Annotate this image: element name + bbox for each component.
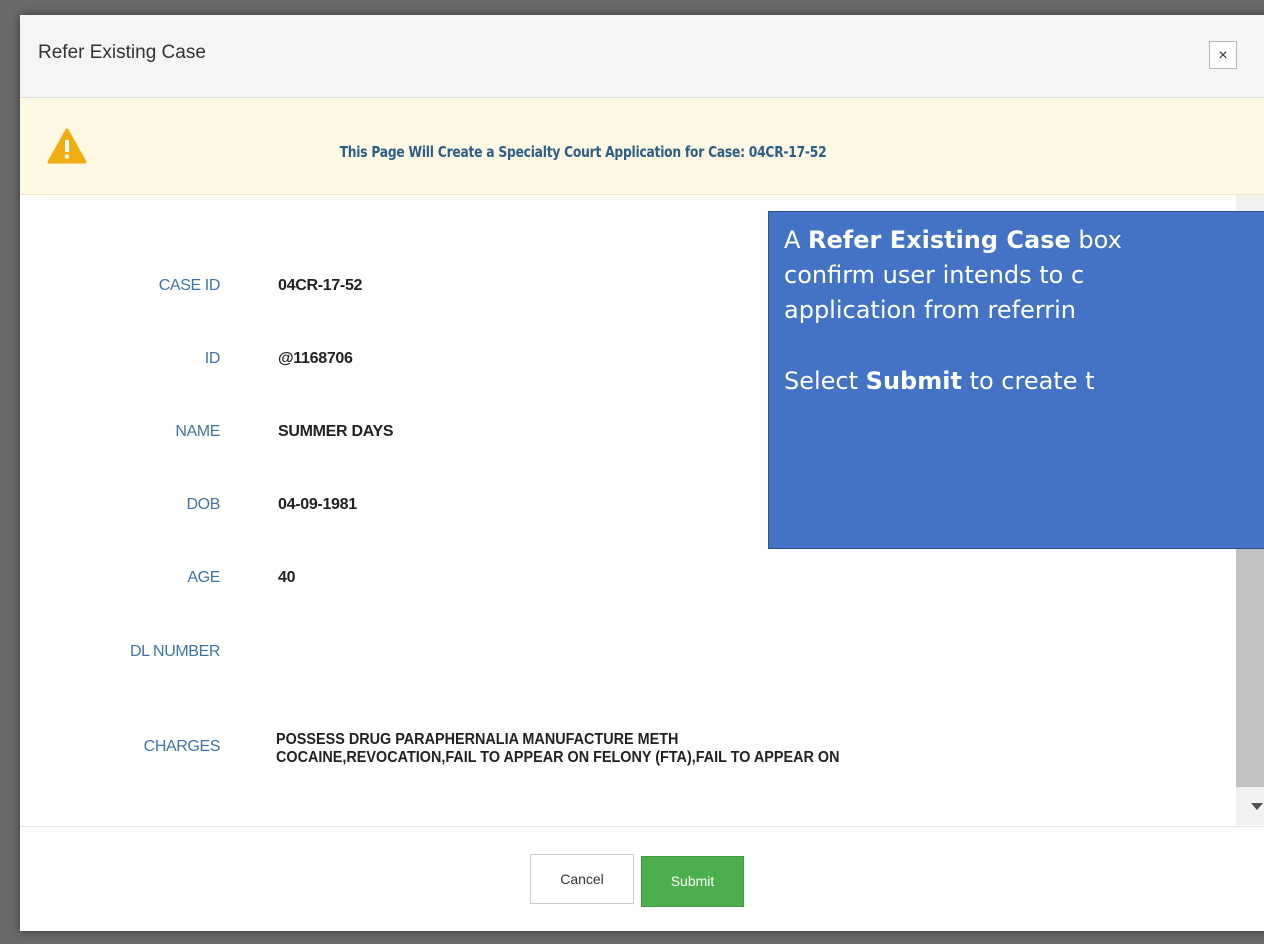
age-label: AGE xyxy=(187,569,220,586)
dialog-header: Refer Existing Case × xyxy=(20,15,1264,98)
close-button[interactable]: × xyxy=(1209,41,1237,69)
callout-bold-text: Refer Existing Case xyxy=(808,226,1071,254)
age-value: 40 xyxy=(278,569,296,586)
case-id-value: 04CR-17-52 xyxy=(278,277,363,294)
case-id-label: CASE ID xyxy=(158,277,221,294)
dob-label: DOB xyxy=(186,496,221,513)
callout-line-1: A Refer Existing Case box xyxy=(784,223,1264,258)
id-value: @1168706 xyxy=(278,350,353,367)
instruction-callout: A Refer Existing Case box confirm user i… xyxy=(768,211,1264,549)
id-label: ID xyxy=(204,350,221,367)
name-value: SUMMER DAYS xyxy=(278,423,394,440)
dl-number-label: DL NUMBER xyxy=(129,643,220,660)
callout-bold-text: Submit xyxy=(865,367,962,395)
name-label: NAME xyxy=(175,423,220,440)
charges-line-2: COCAINE,REVOCATION,FAIL TO APPEAR ON FEL… xyxy=(276,749,840,766)
scroll-down-arrow-icon[interactable] xyxy=(1251,803,1263,810)
charges-label: CHARGES xyxy=(143,738,221,755)
dialog-footer: Cancel Submit xyxy=(20,826,1264,931)
alert-message: This Page Will Create a Specialty Court … xyxy=(339,143,827,161)
dob-value: 04-09-1981 xyxy=(278,496,357,513)
callout-line-3: application from referrin xyxy=(784,296,1077,324)
callout-line-2: confirm user intends to c xyxy=(784,261,1085,289)
callout-text: box xyxy=(1070,226,1122,254)
charges-value: POSSESS DRUG PARAPHERNALIA MANUFACTURE M… xyxy=(276,731,840,767)
callout-text: to create t xyxy=(961,367,1095,395)
warning-alert: This Page Will Create a Specialty Court … xyxy=(20,98,1264,195)
callout-text: Select xyxy=(784,367,866,395)
callout-text: A xyxy=(784,226,809,254)
submit-button[interactable]: Submit xyxy=(641,856,744,907)
charges-line-1: POSSESS DRUG PARAPHERNALIA MANUFACTURE M… xyxy=(276,731,679,748)
callout-line-4: Select Submit to create t xyxy=(784,364,1264,399)
cancel-button[interactable]: Cancel xyxy=(530,854,634,904)
dialog-title: Refer Existing Case xyxy=(38,42,206,63)
warning-icon xyxy=(47,128,87,164)
